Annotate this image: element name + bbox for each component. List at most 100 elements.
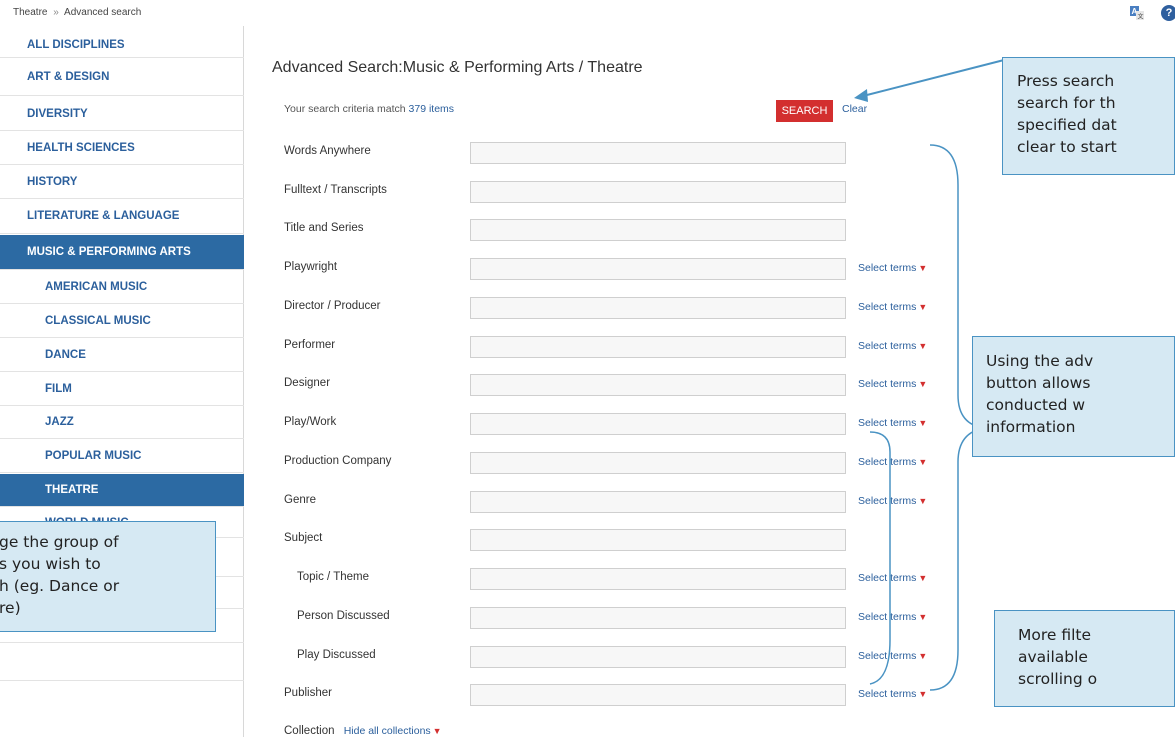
sidebar-item-literature-language[interactable]: LITERATURE & LANGUAGE bbox=[0, 199, 244, 234]
sidebar-item-label: AMERICAN MUSIC bbox=[45, 280, 148, 293]
field-label-subject: Subject bbox=[284, 532, 323, 544]
genre-input[interactable] bbox=[470, 491, 846, 513]
search-criteria-summary: Your search criteria match 379 items bbox=[284, 103, 454, 115]
callout-line: conducted w bbox=[986, 396, 1086, 414]
sidebar-item-health-sciences[interactable]: HEALTH SCIENCES bbox=[0, 131, 244, 165]
select-terms-label: Select terms bbox=[858, 378, 917, 390]
field-label-words-anywhere: Words Anywhere bbox=[284, 145, 371, 157]
breadcrumb: Theatre » Advanced search bbox=[13, 7, 141, 18]
field-label-play-discussed: Play Discussed bbox=[297, 649, 376, 661]
sidebar-item-art-design[interactable]: ART & DESIGN bbox=[0, 59, 244, 96]
director-producer-input[interactable] bbox=[470, 297, 846, 319]
field-label-title-series: Title and Series bbox=[284, 222, 364, 234]
callout-arrow-line bbox=[862, 59, 1005, 97]
field-label-production-company: Production Company bbox=[284, 455, 392, 467]
sidebar-item-label: LITERATURE & LANGUAGE bbox=[27, 210, 180, 222]
translate-icon[interactable]: A 文 bbox=[1130, 6, 1144, 20]
title-series-input[interactable] bbox=[470, 219, 846, 241]
sidebar-item-music-performing-arts[interactable]: MUSIC & PERFORMING ARTS bbox=[0, 235, 244, 270]
callout-advanced-tip: Using the adv button allows conducted w … bbox=[972, 336, 1175, 457]
dropdown-arrow-icon: ▼ bbox=[918, 457, 928, 467]
svg-text:文: 文 bbox=[1138, 13, 1144, 21]
callout-line: scrolling o bbox=[1018, 670, 1098, 688]
page-title: Advanced Search:Music & Performing Arts … bbox=[272, 59, 643, 76]
fulltext-input[interactable] bbox=[470, 181, 846, 203]
criteria-count-link[interactable]: 379 items bbox=[409, 103, 455, 115]
topic-theme-input[interactable] bbox=[470, 568, 846, 590]
sidebar-item-hidden[interactable] bbox=[0, 643, 244, 681]
sidebar-item-label: ART & DESIGN bbox=[27, 71, 110, 83]
breadcrumb-current: Advanced search bbox=[64, 7, 142, 18]
select-terms-link[interactable]: Select terms ▼ bbox=[858, 262, 927, 274]
sidebar-item-jazz[interactable]: JAZZ bbox=[0, 406, 244, 439]
dropdown-arrow-icon: ▼ bbox=[432, 726, 442, 736]
sidebar-item-diversity[interactable]: DIVERSITY bbox=[0, 97, 244, 131]
callout-line: ge the group of bbox=[0, 533, 119, 551]
callout-line: information bbox=[986, 418, 1076, 436]
sidebar-item-label: MUSIC & PERFORMING ARTS bbox=[27, 246, 191, 258]
dropdown-arrow-icon: ▼ bbox=[918, 689, 928, 699]
select-terms-link[interactable]: Select terms ▼ bbox=[858, 688, 927, 700]
dropdown-arrow-icon: ▼ bbox=[918, 341, 928, 351]
playwright-input[interactable] bbox=[470, 258, 846, 280]
help-icon[interactable]: ? bbox=[1161, 5, 1175, 21]
dropdown-arrow-icon: ▼ bbox=[918, 302, 928, 312]
hide-collections-label: Hide all collections bbox=[343, 725, 431, 737]
sidebar-item-history[interactable]: HISTORY bbox=[0, 165, 244, 199]
sidebar-item-label: HISTORY bbox=[27, 175, 78, 188]
callout-line: clear to start bbox=[1017, 138, 1117, 156]
play-discussed-input[interactable] bbox=[470, 646, 846, 668]
subject-input[interactable] bbox=[470, 529, 846, 551]
publisher-input[interactable] bbox=[470, 684, 846, 706]
sidebar-item-label: DANCE bbox=[45, 348, 86, 361]
select-terms-link[interactable]: Select terms ▼ bbox=[858, 378, 927, 390]
select-terms-label: Select terms bbox=[858, 456, 917, 468]
select-terms-link[interactable]: Select terms ▼ bbox=[858, 611, 927, 623]
select-terms-link[interactable]: Select terms ▼ bbox=[858, 650, 927, 662]
words-anywhere-input[interactable] bbox=[470, 142, 846, 164]
clear-link[interactable]: Clear bbox=[842, 103, 867, 115]
select-terms-link[interactable]: Select terms ▼ bbox=[858, 340, 927, 352]
designer-input[interactable] bbox=[470, 374, 846, 396]
sidebar-item-theatre[interactable]: THEATRE bbox=[0, 474, 244, 507]
sidebar-item-label: JAZZ bbox=[45, 416, 74, 428]
field-label-playwright: Playwright bbox=[284, 261, 338, 273]
select-terms-label: Select terms bbox=[858, 572, 917, 584]
callout-group-tip: ge the group of s you wish to h (eg. Dan… bbox=[0, 521, 216, 632]
sidebar-item-film[interactable]: FILM bbox=[0, 372, 244, 406]
select-terms-link[interactable]: Select terms ▼ bbox=[858, 572, 927, 584]
sidebar-item-all-disciplines[interactable]: ALL DISCIPLINES bbox=[0, 32, 244, 58]
breadcrumb-parent[interactable]: Theatre bbox=[13, 7, 47, 18]
sidebar-item-popular-music[interactable]: POPULAR MUSIC bbox=[0, 439, 244, 473]
select-terms-label: Select terms bbox=[858, 417, 917, 429]
breadcrumb-separator: » bbox=[53, 7, 59, 18]
inner-brace bbox=[869, 431, 891, 685]
select-terms-link[interactable]: Select terms ▼ bbox=[858, 301, 927, 313]
performer-input[interactable] bbox=[470, 336, 846, 358]
callout-filters-tip: More filte available scrolling o bbox=[994, 610, 1175, 707]
sidebar-item-classical-music[interactable]: CLASSICAL MUSIC bbox=[0, 304, 244, 338]
field-label-topic-theme: Topic / Theme bbox=[297, 571, 370, 583]
callout-line: Press search bbox=[1017, 72, 1115, 90]
dropdown-arrow-icon: ▼ bbox=[918, 573, 928, 583]
search-button[interactable]: SEARCH bbox=[776, 100, 833, 122]
sidebar-item-american-music[interactable]: AMERICAN MUSIC bbox=[0, 270, 244, 304]
hide-all-collections-link[interactable]: Hide all collections ▼ bbox=[344, 725, 442, 737]
person-discussed-input[interactable] bbox=[470, 607, 846, 629]
sidebar-item-label: DIVERSITY bbox=[27, 107, 88, 120]
callout-line: h (eg. Dance or bbox=[0, 577, 120, 595]
select-terms-link[interactable]: Select terms ▼ bbox=[858, 456, 927, 468]
select-terms-link[interactable]: Select terms ▼ bbox=[858, 417, 927, 429]
callout-line: available bbox=[1018, 648, 1088, 666]
collection-label: Collection bbox=[284, 725, 335, 737]
production-company-input[interactable] bbox=[470, 452, 846, 474]
sidebar-item-label: THEATRE bbox=[45, 484, 99, 496]
sidebar-item-dance[interactable]: DANCE bbox=[0, 338, 244, 372]
play-work-input[interactable] bbox=[470, 413, 846, 435]
select-terms-label: Select terms bbox=[858, 301, 917, 313]
select-terms-label: Select terms bbox=[858, 262, 917, 274]
select-terms-label: Select terms bbox=[858, 495, 917, 507]
select-terms-label: Select terms bbox=[858, 611, 917, 623]
select-terms-link[interactable]: Select terms ▼ bbox=[858, 495, 927, 507]
sidebar-item-label: HEALTH SCIENCES bbox=[27, 141, 135, 154]
